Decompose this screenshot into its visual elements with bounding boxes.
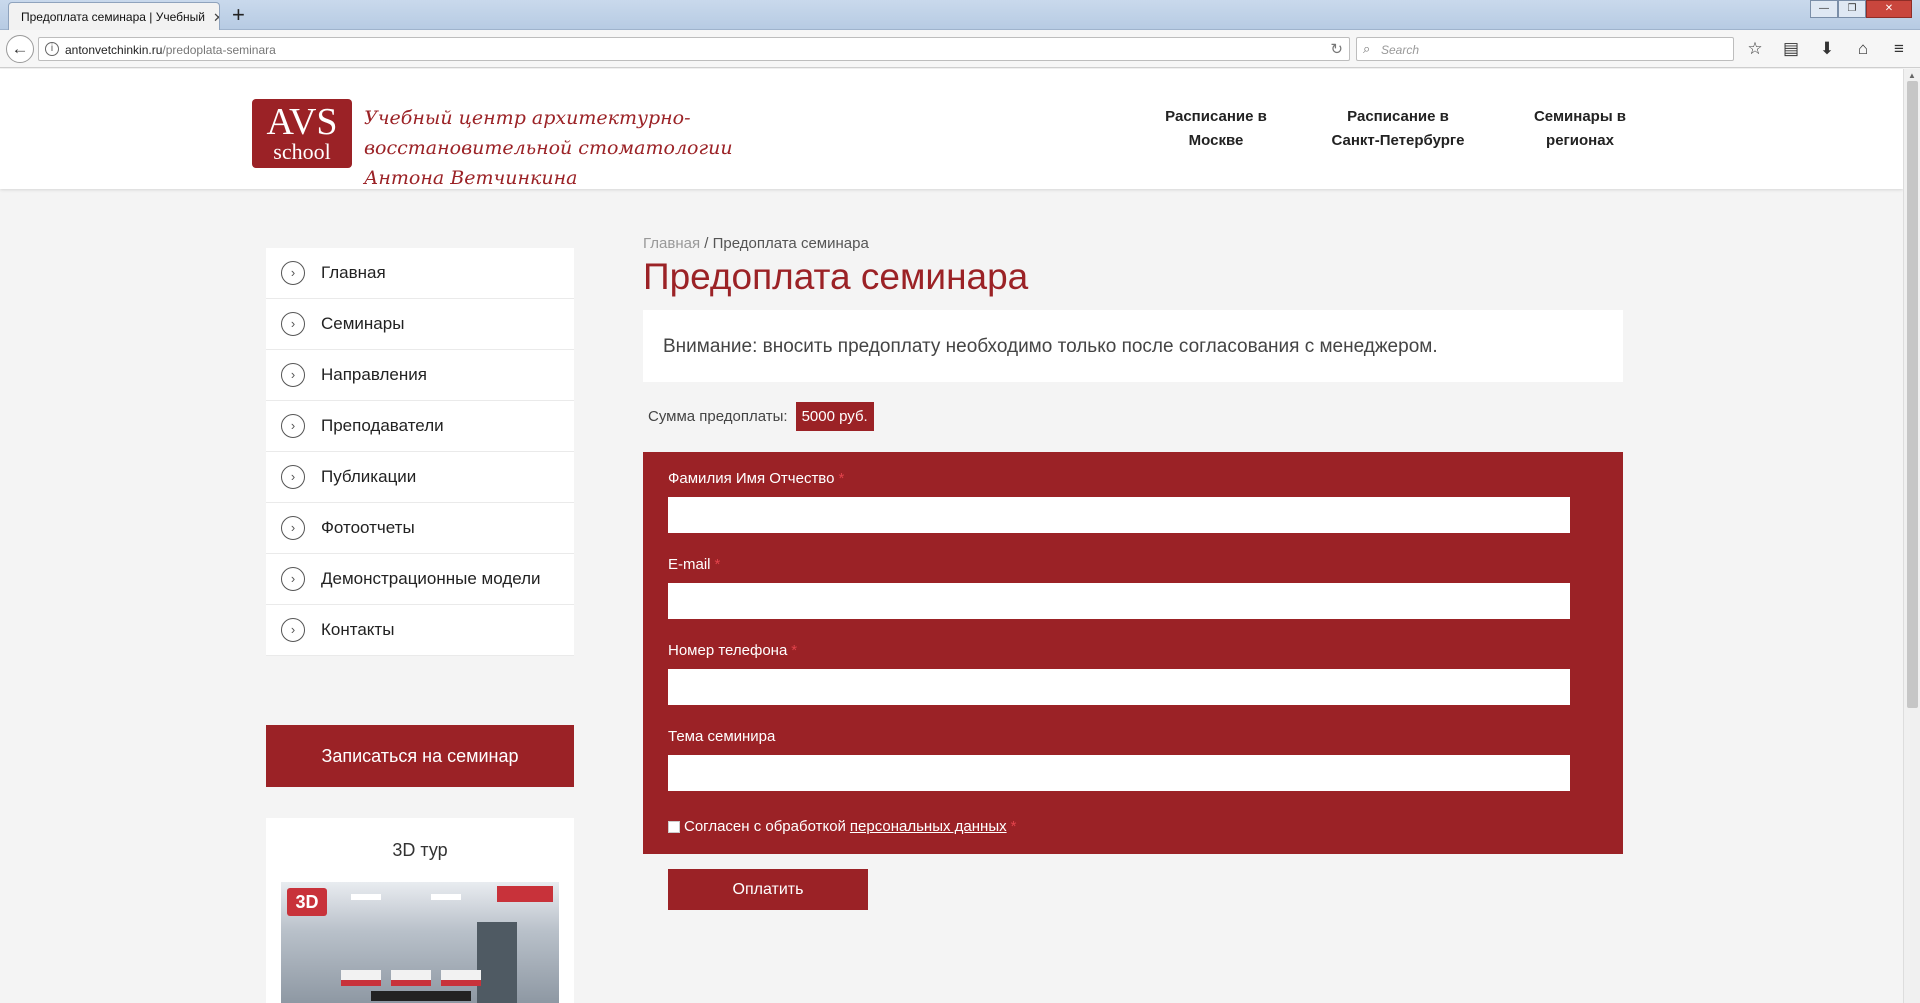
chevron-right-icon: ›	[281, 465, 305, 489]
menu-icon[interactable]: ≡	[1886, 38, 1912, 60]
tour-title: 3D тур	[392, 840, 448, 860]
nav-moscow-schedule[interactable]: Расписание в Москве	[1125, 105, 1307, 153]
fullname-field[interactable]	[668, 497, 1570, 533]
sidebar-item-label: Фотоотчеты	[321, 518, 415, 537]
site-logo[interactable]: AVS school	[252, 99, 352, 168]
browser-tab[interactable]: Предоплата семинара | Учебный ✕	[8, 2, 220, 30]
email-field[interactable]	[668, 583, 1570, 619]
sidebar-item-home[interactable]: › Главная	[266, 248, 574, 299]
scroll-up-icon[interactable]: ▲	[1908, 71, 1916, 80]
phone-label: Номер телефона *	[668, 642, 798, 659]
consent-checkbox[interactable]	[668, 820, 680, 833]
personal-data-link[interactable]: персональных данных	[850, 818, 1007, 835]
site-tagline: Учебный центр архитектурно-восстановител…	[364, 107, 733, 189]
sidebar-item-label: Контакты	[321, 620, 395, 639]
ceiling-light	[431, 894, 461, 900]
email-label: E-mail *	[668, 556, 721, 573]
sidebar-item-demo-models[interactable]: › Демонстрационные модели	[266, 554, 574, 605]
amount-row: Сумма предоплаты: 5000 руб.	[643, 402, 874, 431]
tab-title: Предоплата семинара | Учебный	[21, 10, 205, 24]
sidebar-item-label: Семинары	[321, 314, 405, 333]
breadcrumb: Главная / Предоплата семинара	[643, 235, 869, 252]
home-icon[interactable]: ⌂	[1850, 38, 1876, 60]
search-icon: ⌕	[1363, 41, 1371, 56]
logo-avs-text: AVS	[266, 101, 338, 143]
notice-text: Внимание: вносить предоплату необходимо …	[663, 336, 1438, 357]
sidebar-item-seminars[interactable]: › Семинары	[266, 299, 574, 350]
door	[477, 922, 517, 1003]
back-button[interactable]: ←	[6, 35, 34, 63]
logo-school-text: school	[273, 139, 331, 164]
sidebar-item-label: Главная	[321, 263, 386, 282]
sidebar-menu: › Главная › Семинары › Направления › Пре…	[266, 248, 574, 656]
tour-caption-bar	[371, 991, 471, 1001]
nav-spb-schedule[interactable]: Расписание в Санкт-Петербурге	[1307, 105, 1489, 153]
browser-toolbar: ☆ ▤ ⬇ ⌂ ≡	[1742, 38, 1912, 60]
site-header: AVS school Учебный центр архитектурно-во…	[0, 69, 1903, 189]
consent-required-mark: *	[1010, 818, 1017, 835]
chevron-right-icon: ›	[281, 414, 305, 438]
window-controls: — ❐ ✕	[1810, 0, 1912, 18]
payment-form: Фамилия Имя Отчество * E-mail * Номер теле…	[643, 452, 1623, 854]
bed	[391, 970, 431, 986]
info-icon[interactable]: i	[45, 42, 59, 56]
consent-text: Согласен с обработкой	[684, 818, 846, 835]
minimize-button[interactable]: —	[1810, 0, 1838, 18]
sidebar-item-publications[interactable]: › Публикации	[266, 452, 574, 503]
page-scrollbar[interactable]: ▲	[1903, 69, 1920, 1003]
sidebar-item-contacts[interactable]: › Контакты	[266, 605, 574, 656]
phone-field[interactable]	[668, 669, 1570, 705]
restore-button[interactable]: ❐	[1838, 0, 1866, 18]
scroll-thumb[interactable]	[1907, 81, 1918, 708]
tour-3d-badge: 3D	[287, 888, 327, 916]
amount-badge: 5000 руб.	[795, 402, 874, 431]
seminar-topic-label: Тема семинира	[668, 728, 776, 745]
page-title: Предоплата семинара	[643, 256, 1029, 297]
chevron-right-icon: ›	[281, 567, 305, 591]
sidebar-item-label: Преподаватели	[321, 416, 444, 435]
notice-box: Внимание: вносить предоплату необходимо …	[643, 310, 1623, 382]
signup-seminar-button[interactable]: Записаться на семинар	[266, 725, 574, 787]
sidebar-item-label: Публикации	[321, 467, 417, 486]
breadcrumb-current: Предоплата семинара	[712, 235, 869, 252]
browser-nav-bar: ← i antonvetchinkin.ru/predoplata-semina…	[0, 30, 1920, 68]
address-bar[interactable]: i antonvetchinkin.ru/predoplata-seminara…	[38, 37, 1350, 61]
consent-row: Согласен с обработкой персональных данны…	[668, 818, 1016, 835]
nav-regional-seminars[interactable]: Семинары в регионах	[1489, 105, 1671, 153]
amount-label: Сумма предоплаты:	[648, 408, 788, 425]
tour-card: 3D тур 3D	[266, 818, 574, 1003]
breadcrumb-home-link[interactable]: Главная	[643, 235, 700, 252]
url-text: antonvetchinkin.ru/predoplata-seminara	[65, 43, 276, 57]
pay-button[interactable]: Оплатить	[668, 869, 868, 910]
tour-preview-image[interactable]: 3D	[281, 882, 559, 1003]
sidebar-item-photo-reports[interactable]: › Фотоотчеты	[266, 503, 574, 554]
star-icon[interactable]: ☆	[1742, 38, 1768, 60]
close-tab-icon[interactable]: ✕	[213, 10, 219, 26]
chevron-right-icon: ›	[281, 618, 305, 642]
sidebar-item-directions[interactable]: › Направления	[266, 350, 574, 401]
browser-tab-bar: Предоплата семинара | Учебный ✕ + — ❐ ✕	[0, 0, 1920, 30]
download-icon[interactable]: ⬇	[1814, 38, 1840, 60]
top-nav: Расписание в Москве Расписание в Санкт-П…	[1125, 105, 1671, 153]
sidebar-item-label: Демонстрационные модели	[321, 569, 541, 588]
sidebar-item-teachers[interactable]: › Преподаватели	[266, 401, 574, 452]
bed	[441, 970, 481, 986]
reload-icon[interactable]: ↻	[1330, 40, 1343, 58]
chevron-right-icon: ›	[281, 312, 305, 336]
bed	[341, 970, 381, 986]
sidebar-item-label: Направления	[321, 365, 427, 384]
chevron-right-icon: ›	[281, 261, 305, 285]
chevron-right-icon: ›	[281, 516, 305, 540]
close-window-button[interactable]: ✕	[1866, 0, 1912, 18]
search-placeholder: Search	[1381, 43, 1420, 57]
tour-tag	[497, 886, 553, 902]
ceiling-light	[351, 894, 381, 900]
search-input[interactable]: ⌕ Search	[1356, 37, 1734, 61]
reading-list-icon[interactable]: ▤	[1778, 38, 1804, 60]
breadcrumb-separator: /	[704, 235, 709, 252]
chevron-right-icon: ›	[281, 363, 305, 387]
fullname-label: Фамилия Имя Отчество *	[668, 470, 845, 487]
new-tab-button[interactable]: +	[232, 2, 245, 28]
seminar-topic-field[interactable]	[668, 755, 1570, 791]
